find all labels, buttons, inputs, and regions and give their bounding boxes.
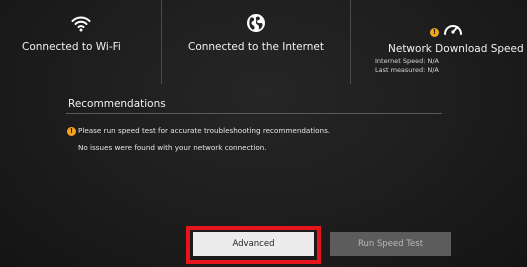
advanced-button[interactable]: Advanced [193,232,314,256]
internet-status-label: Connected to the Internet [187,41,325,53]
recommendation-text: No issues were found with your network c… [78,143,267,152]
globe-icon [162,12,350,34]
wifi-icon [0,12,161,34]
speed-status-label: Network Download Speed [388,43,524,55]
speed-icon-group: ! [430,18,463,40]
internet-status: Connected to the Internet [162,0,350,84]
recommendations-title: Recommendations [68,98,166,110]
download-speed-status: ! Network Download Speed Internet Speed:… [351,0,527,84]
recommendation-text: Please run speed test for accurate troub… [78,126,331,135]
recommendations-divider [66,113,442,114]
speedometer-icon [444,25,462,35]
run-speed-test-button[interactable]: Run Speed Test [330,232,451,256]
network-status-panel: Connected to Wi-Fi Connected to the Inte… [0,0,527,84]
warning-icon: ! [430,27,439,37]
speed-details: Internet Speed: N/A Last measured: N/A [375,57,439,75]
wifi-status: Connected to Wi-Fi [0,0,161,84]
recommendations-section: Recommendations ! Please run speed test … [66,96,442,155]
recommendation-item: ! Please run speed test for accurate tro… [66,124,442,138]
recommendation-item: No issues were found with your network c… [66,141,442,155]
last-measured-value: Last measured: N/A [375,66,439,74]
wifi-status-label: Connected to Wi-Fi [22,41,121,53]
warning-icon: ! [67,126,76,136]
internet-speed-value: Internet Speed: N/A [375,57,440,65]
